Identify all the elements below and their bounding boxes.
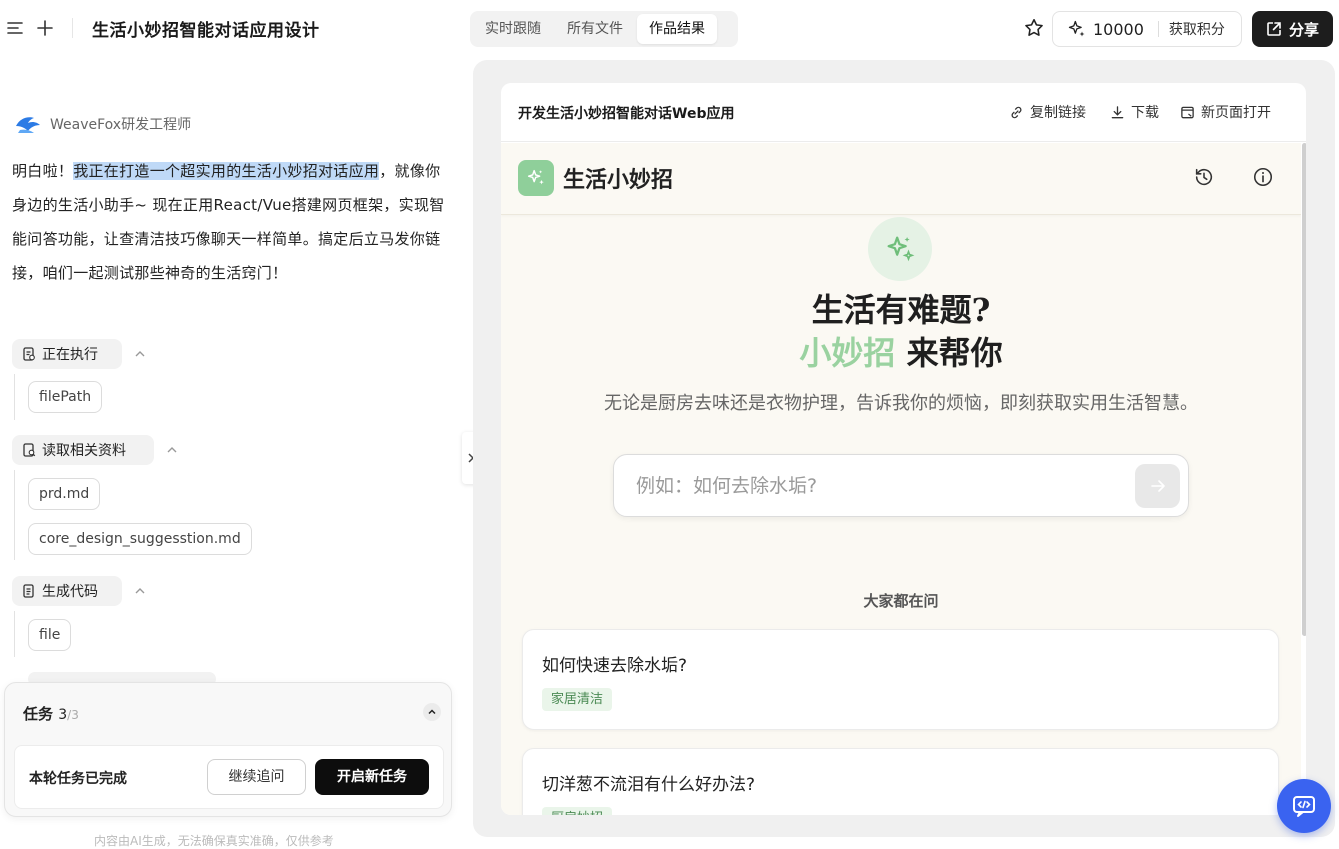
- question-input[interactable]: [636, 471, 1116, 501]
- plus-icon[interactable]: [36, 19, 54, 37]
- link-icon: [1011, 106, 1022, 118]
- chevron-up-icon[interactable]: [133, 347, 147, 361]
- arrow-right-icon: [1150, 480, 1165, 492]
- share-label: 分享: [1288, 20, 1319, 39]
- top-bar: 生活小妙招智能对话应用设计 实时跟随 所有文件 作品结果 10000 获取积分 …: [0, 0, 1339, 58]
- step-label: 读取相关资料: [42, 443, 126, 459]
- task-card: 任务 3/3 本轮任务已完成 继续追问 开启新任务: [4, 682, 452, 817]
- step-generating-code[interactable]: 生成代码: [12, 576, 122, 606]
- earn-credits-button[interactable]: 获取积分: [1169, 19, 1225, 39]
- code-chat-icon: [1293, 796, 1315, 817]
- popular-questions-title: 大家都在问: [863, 592, 939, 610]
- file-chip[interactable]: prd.md: [28, 478, 101, 510]
- page-title: 生活小妙招智能对话应用设计: [92, 21, 320, 41]
- weavefox-logo-icon: [14, 112, 42, 136]
- tree-line: [14, 374, 15, 420]
- info-icon[interactable]: [1252, 166, 1274, 188]
- view-tabs: 实时跟随 所有文件 作品结果: [470, 11, 738, 47]
- question-card[interactable]: 切洋葱不流泪有什么好办法? 厨房妙招: [522, 748, 1279, 815]
- open-new-label: 新页面打开: [1201, 105, 1271, 121]
- open-new-page-button[interactable]: 新页面打开: [1180, 102, 1271, 122]
- sparkle-icon: [527, 169, 544, 185]
- task-total: /3: [67, 708, 79, 722]
- tab-all-files[interactable]: 所有文件: [555, 14, 635, 44]
- task-collapse-button[interactable]: [423, 703, 441, 721]
- app-header: 生活小妙招: [501, 143, 1301, 215]
- tab-realtime[interactable]: 实时跟随: [473, 14, 553, 44]
- copy-link-label: 复制链接: [1030, 105, 1086, 121]
- message-rest: ，就像你身边的生活小助手~ 现在正用React/Vue搭建网页框架，实现智能问答…: [12, 162, 445, 282]
- preview-title: 开发生活小妙招智能对话Web应用: [518, 106, 735, 122]
- share-icon: [1266, 21, 1282, 37]
- download-label: 下载: [1131, 105, 1159, 121]
- sparkle-icon: [887, 236, 915, 262]
- tree-line: [14, 470, 15, 560]
- message-prefix: 明白啦！: [12, 162, 74, 180]
- tree-line: [14, 611, 15, 657]
- preview-window: 开发生活小妙招智能对话Web应用 复制链接 下载 新页面打开 生活小妙招 生活有…: [501, 83, 1306, 815]
- credits-count: 10000: [1093, 19, 1144, 39]
- agent-header: WeaveFox研发工程师: [14, 112, 191, 136]
- preview-header: 开发生活小妙招智能对话Web应用 复制链接 下载 新页面打开: [501, 83, 1306, 142]
- question-text: 如何快速去除水垢?: [542, 656, 688, 676]
- assistant-message: 明白啦！我正在打造一个超实用的生活小妙招对话应用，就像你身边的生活小助手~ 现在…: [12, 154, 452, 290]
- question-tag: 厨房妙招: [542, 807, 613, 815]
- question-tag: 家居清洁: [542, 688, 613, 711]
- download-icon: [1111, 105, 1124, 118]
- task-header: 任务 3/3: [23, 703, 79, 724]
- open-window-icon: [1181, 106, 1194, 118]
- task-status-box: 本轮任务已完成 继续追问 开启新任务: [14, 745, 444, 809]
- share-button[interactable]: 分享: [1252, 11, 1333, 47]
- hero-rest: 来帮你: [895, 334, 1003, 372]
- task-status: 本轮任务已完成: [29, 771, 127, 787]
- file-chip[interactable]: core_design_suggesstion.md: [28, 523, 252, 555]
- file-chip[interactable]: filePath: [28, 381, 103, 413]
- divider: [72, 18, 73, 38]
- document-icon: [22, 584, 36, 598]
- follow-up-button[interactable]: 继续追问: [207, 759, 306, 795]
- divider: [1157, 21, 1159, 37]
- app-logo: [518, 160, 554, 196]
- copy-link-button[interactable]: 复制链接: [1009, 102, 1086, 122]
- chevron-up-icon[interactable]: [133, 584, 147, 598]
- file-chip[interactable]: file: [28, 619, 72, 651]
- hero-badge: [868, 217, 932, 281]
- hero-accent: 小妙招: [799, 334, 896, 372]
- question-text: 切洋葱不流泪有什么好办法?: [542, 775, 756, 795]
- step-label: 正在执行: [42, 347, 98, 363]
- task-label: 任务: [23, 705, 54, 723]
- step-reading-materials[interactable]: 读取相关资料: [12, 435, 154, 465]
- hero-description: 无论是厨房去味还是衣物护理，告诉我你的烦恼，即刻获取实用生活智慧。: [604, 393, 1198, 414]
- new-task-button[interactable]: 开启新任务: [315, 759, 429, 795]
- document-icon: [22, 347, 36, 361]
- download-button[interactable]: 下载: [1110, 102, 1159, 122]
- task-count: 3: [58, 707, 68, 723]
- agent-name: WeaveFox研发工程师: [50, 117, 192, 133]
- hero-subtitle-line: 小妙招 来帮你: [501, 328, 1301, 374]
- step-executing[interactable]: 正在执行: [12, 339, 122, 369]
- step-label: 生成代码: [42, 584, 98, 600]
- document-search-icon: [22, 443, 36, 457]
- chevron-up-icon[interactable]: [165, 443, 179, 457]
- scrollbar[interactable]: [1302, 143, 1306, 636]
- app-name: 生活小妙招: [563, 167, 674, 193]
- chevron-up-icon: [428, 709, 436, 715]
- code-assistant-button[interactable]: [1277, 779, 1331, 833]
- credits-box[interactable]: 10000 获取积分: [1052, 11, 1242, 47]
- star-icon[interactable]: [1022, 16, 1046, 40]
- history-icon[interactable]: [1193, 166, 1215, 188]
- send-button[interactable]: [1135, 464, 1180, 508]
- message-highlight: 我正在打造一个超实用的生活小妙招对话应用: [73, 162, 380, 180]
- app-preview: 生活小妙招 生活有难题? 小妙招 来帮你 无论是厨房去味还是衣物护理，告诉我你的…: [501, 143, 1301, 815]
- tab-results[interactable]: 作品结果: [637, 14, 717, 44]
- sparkle-icon: [1067, 19, 1087, 39]
- question-card[interactable]: 如何快速去除水垢? 家居清洁: [522, 629, 1279, 730]
- question-search-box: [613, 454, 1189, 517]
- menu-icon[interactable]: [6, 19, 24, 37]
- hero-title: 生活有难题?: [811, 291, 991, 329]
